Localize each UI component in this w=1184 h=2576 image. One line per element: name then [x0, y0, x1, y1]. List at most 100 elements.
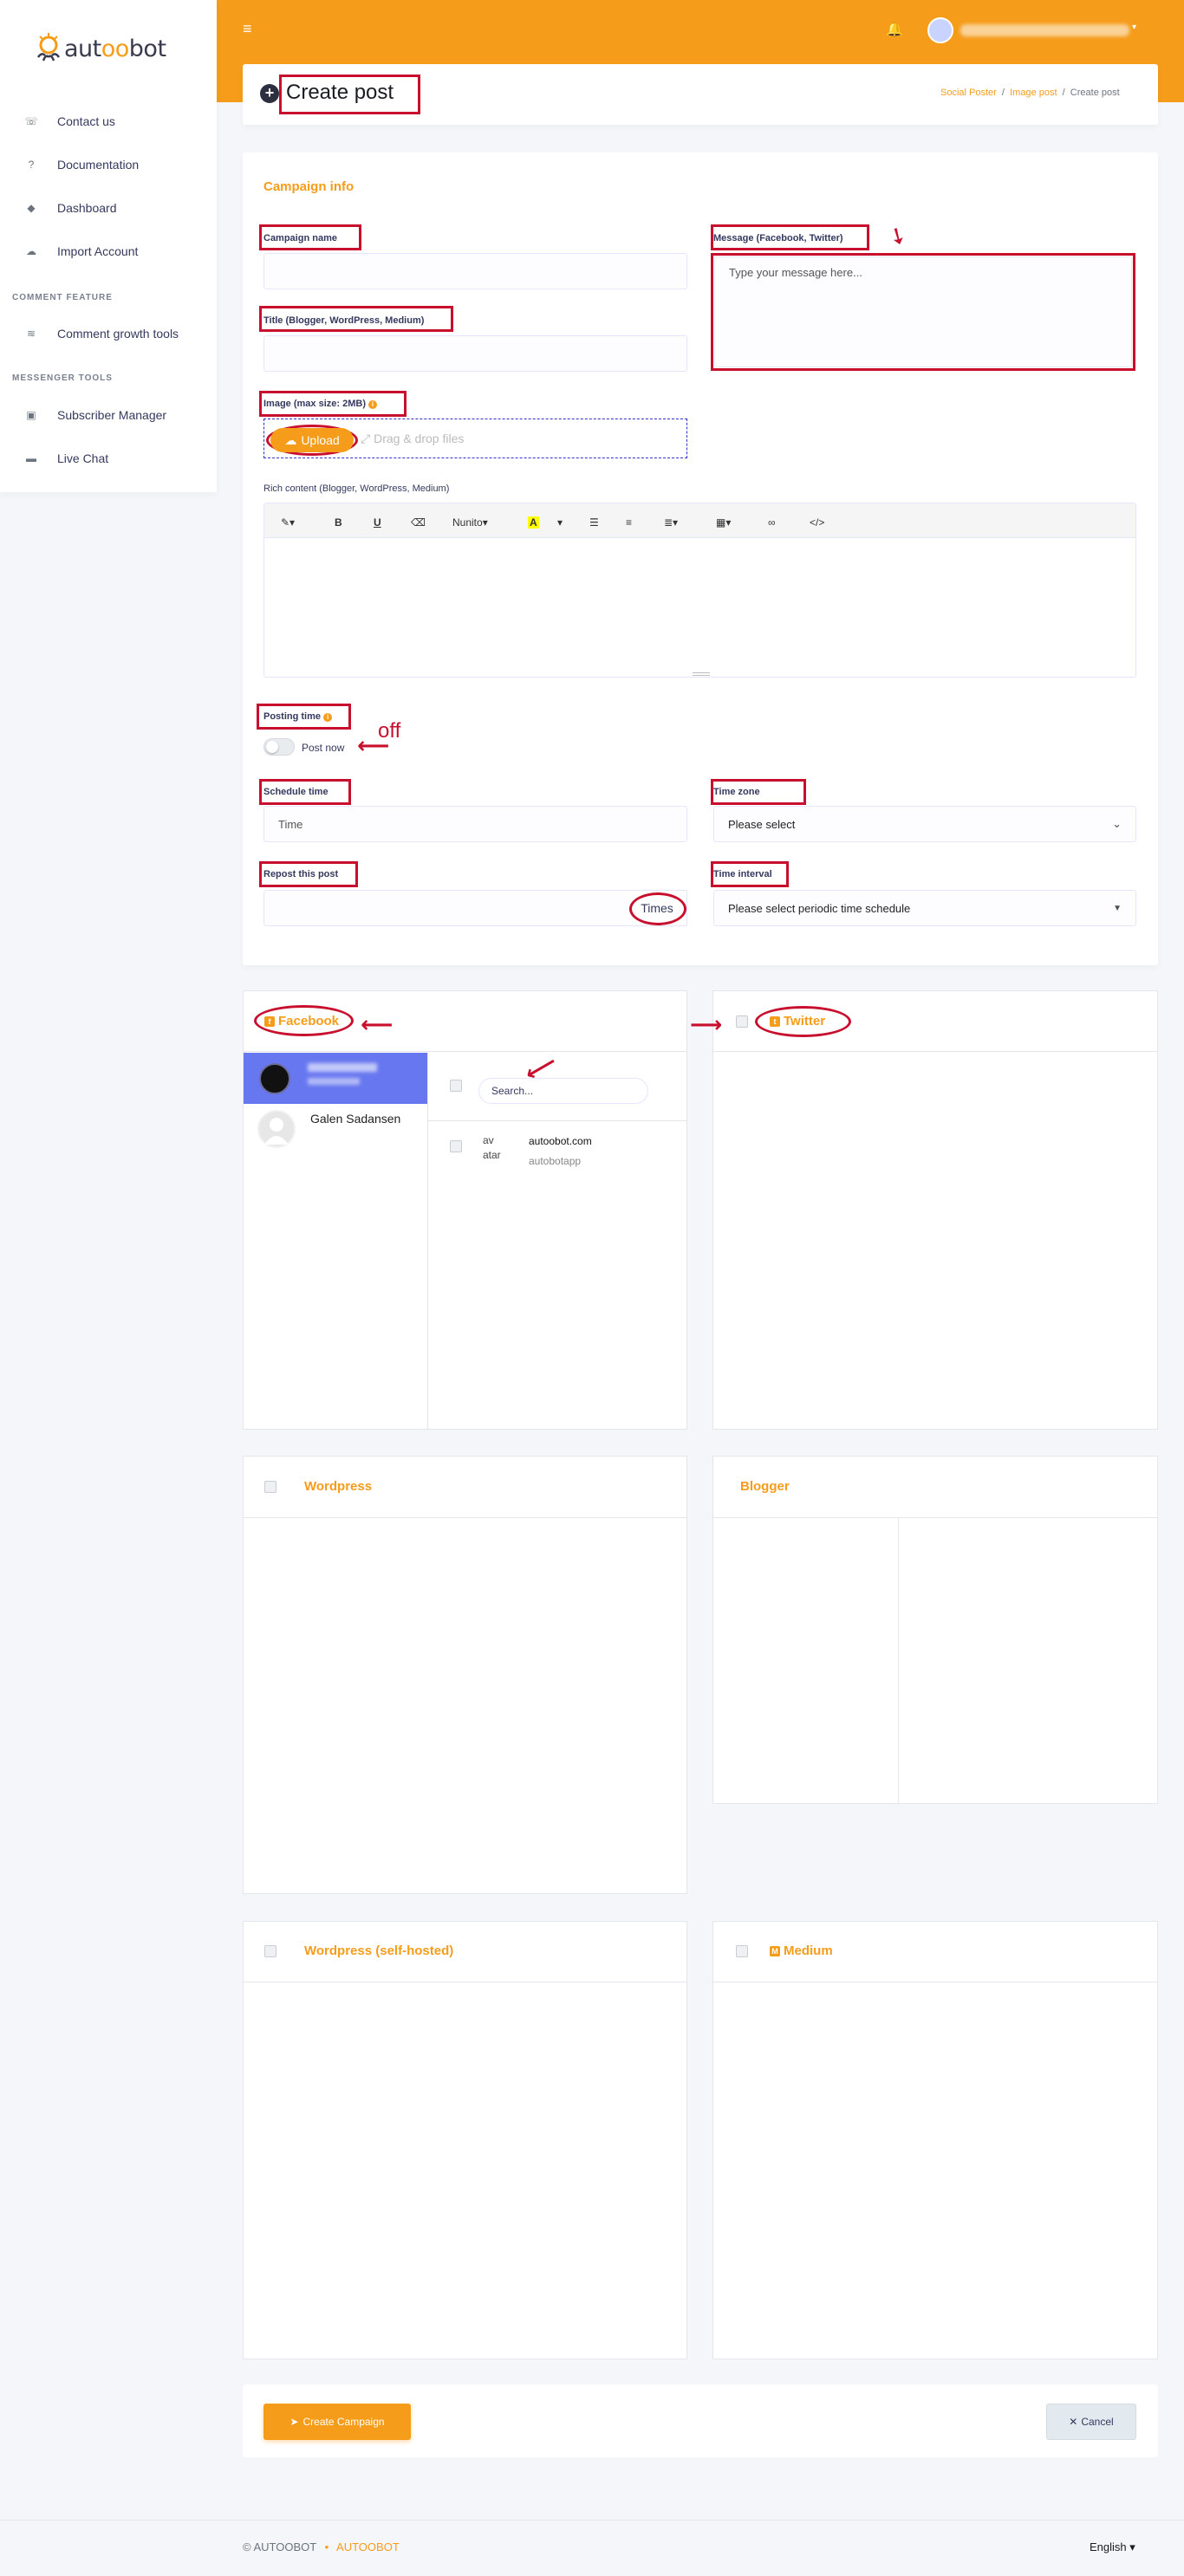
time-interval-label: Time interval — [713, 869, 772, 879]
cancel-button[interactable]: ✕ Cancel — [1046, 2404, 1136, 2440]
footer-brand-link[interactable]: AUTOOBOT — [336, 2540, 400, 2553]
footer — [0, 2520, 1184, 2576]
annotation-off-label: off — [378, 719, 401, 743]
time-interval-select[interactable]: Please select periodic time schedule ▼ — [713, 890, 1136, 926]
card-divider — [244, 1517, 686, 1518]
close-icon: ✕ — [1069, 2416, 1078, 2428]
medium-icon: M — [770, 1945, 780, 1956]
message-textarea[interactable]: Type your message here... — [714, 256, 1132, 367]
font-family-dropdown[interactable]: Nunito▾ — [452, 516, 488, 529]
annotation-arrow-icon: ⟶ — [690, 1011, 723, 1037]
user-avatar[interactable] — [927, 17, 953, 43]
card-divider — [244, 1051, 686, 1052]
twitter-checkbox[interactable] — [736, 1015, 748, 1028]
upload-button[interactable]: ☁ Upload — [270, 428, 354, 452]
title-input[interactable] — [263, 335, 687, 372]
paragraph-align-icon[interactable]: ≣▾ — [664, 516, 678, 529]
ordered-list-icon[interactable]: ≡ — [626, 516, 632, 529]
time-interval-value: Please select periodic time schedule — [728, 901, 911, 915]
fire-icon: ◆ — [27, 202, 36, 214]
chevron-down-icon: ⌄ — [1112, 817, 1122, 830]
unordered-list-icon[interactable]: ☰ — [589, 516, 599, 529]
breadcrumb-image-post[interactable]: Image post — [1010, 88, 1057, 98]
octopus-logo-icon — [36, 33, 61, 62]
user-name-blurred[interactable] — [960, 24, 1129, 36]
card-divider — [713, 1517, 1157, 1518]
user-menu-caret-icon[interactable]: ▾ — [1132, 23, 1136, 32]
eraser-icon[interactable]: ⌫ — [411, 516, 426, 529]
time-zone-label: Time zone — [713, 787, 760, 797]
upload-button-label: Upload — [301, 433, 340, 447]
wordpress-self-hosted-card — [243, 1921, 687, 2359]
image-label: Image (max size: 2MB) i — [263, 399, 378, 409]
post-now-label: Post now — [302, 742, 345, 754]
editor-resize-handle[interactable] — [693, 672, 710, 676]
create-campaign-label: Create Campaign — [303, 2416, 385, 2428]
sidebar-item-subscriber-manager[interactable]: ▣ Subscriber Manager — [24, 406, 166, 425]
link-icon[interactable]: ∞ — [768, 516, 776, 529]
bold-icon[interactable]: B — [335, 516, 342, 529]
wordpress-card — [243, 1456, 687, 1894]
sidebar-item-documentation[interactable]: ? Documentation — [24, 155, 140, 174]
campaign-name-input[interactable] — [263, 253, 687, 289]
sidebar-item-dashboard[interactable]: ◆ Dashboard — [24, 198, 116, 217]
account-subtitle: autobotapp — [529, 1155, 582, 1167]
page-sub-blurred — [308, 1078, 360, 1085]
brand-logo[interactable]: autoobot — [33, 29, 166, 68]
annotation-oval — [629, 892, 686, 925]
facebook-icon: f — [264, 1015, 275, 1027]
page-avatar — [259, 1063, 290, 1094]
table-icon[interactable]: ▦▾ — [716, 516, 731, 529]
search-placeholder: Search... — [491, 1085, 534, 1097]
menu-toggle-icon[interactable]: ≡ — [243, 21, 258, 36]
twitter-icon: t — [770, 1015, 780, 1027]
info-circle-icon: i — [368, 400, 378, 409]
schedule-time-label: Schedule time — [263, 787, 329, 797]
code-view-icon[interactable]: </> — [810, 516, 824, 529]
magic-style-icon[interactable]: ✎▾ — [281, 516, 295, 529]
column-divider — [427, 1053, 428, 1430]
wordpress-self-hosted-checkbox[interactable] — [264, 1945, 276, 1957]
language-dropdown[interactable]: English ▾ — [1090, 2540, 1135, 2554]
cancel-label: Cancel — [1081, 2416, 1114, 2428]
wordpress-title: Wordpress — [304, 1479, 373, 1494]
campaign-name-label: Campaign name — [263, 233, 337, 243]
campaign-info-title: Campaign info — [263, 179, 355, 194]
text-color-icon[interactable]: A — [528, 516, 539, 529]
drag-drop-text: Drag & drop files — [374, 431, 465, 445]
sidebar-item-import-account[interactable]: ☁ Import Account — [24, 242, 138, 261]
wordpress-self-hosted-title: Wordpress (self-hosted) — [304, 1943, 454, 1958]
sidebar-item-live-chat[interactable]: ▬ Live Chat — [24, 449, 108, 468]
repost-label: Repost this post — [263, 869, 339, 879]
select-all-checkbox[interactable] — [450, 1080, 462, 1092]
sidebar-item-label: Subscriber Manager — [57, 408, 167, 422]
caret-down-icon: ▼ — [1113, 903, 1122, 913]
time-zone-select[interactable]: Please select ⌄ — [713, 806, 1136, 842]
comment-icon: ▬ — [26, 452, 36, 464]
repost-input[interactable] — [263, 890, 628, 926]
facebook-user-name[interactable]: Galen Sadansen — [310, 1112, 400, 1126]
sidebar-item-contact-us[interactable]: ☏ Contact us — [24, 112, 114, 131]
underline-icon[interactable]: U — [374, 516, 381, 529]
color-caret-icon[interactable]: ▾ — [557, 516, 563, 529]
user-avatar[interactable] — [257, 1110, 296, 1148]
time-zone-value: Please select — [728, 817, 796, 831]
user-silhouette-icon — [264, 1118, 289, 1145]
copyright-text: © AUTOOBOT — [243, 2540, 316, 2553]
page-title: Create post — [286, 81, 394, 104]
account-checkbox[interactable] — [450, 1140, 462, 1152]
sidebar-item-label: Import Account — [57, 244, 139, 258]
create-campaign-button[interactable]: ➤ Create Campaign — [263, 2404, 411, 2440]
schedule-time-input[interactable]: Time — [263, 806, 687, 842]
breadcrumb-social-poster[interactable]: Social Poster — [940, 88, 997, 98]
cloud-upload-icon: ☁ — [284, 432, 297, 447]
logo-part-b: bot — [128, 35, 166, 62]
facebook-search-input[interactable]: Search... — [478, 1078, 648, 1104]
drag-drop-hint: ⤢ Drag & drop files — [361, 431, 465, 445]
notification-bell-icon[interactable]: 🔔 — [886, 21, 903, 38]
wordpress-checkbox[interactable] — [264, 1481, 276, 1493]
sidebar-item-comment-growth-tools[interactable]: ≋ Comment growth tools — [24, 324, 179, 343]
blogger-card — [712, 1456, 1158, 1804]
medium-checkbox[interactable] — [736, 1945, 748, 1957]
annotation-arrow-icon: ⟵ — [361, 1011, 394, 1037]
